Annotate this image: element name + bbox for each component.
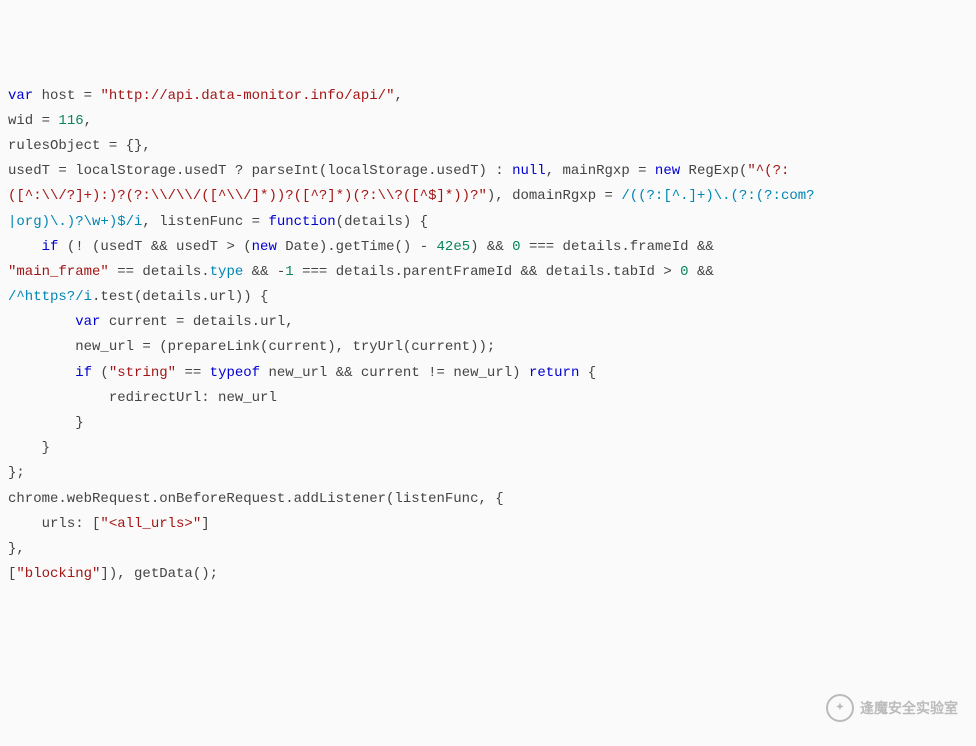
code-block: var host = "http://api.data-monitor.info…	[8, 84, 968, 588]
watermark: ✦ 逢魔安全实验室	[826, 694, 958, 722]
wechat-icon: ✦	[826, 694, 854, 722]
watermark-text: 逢魔安全实验室	[860, 696, 958, 721]
